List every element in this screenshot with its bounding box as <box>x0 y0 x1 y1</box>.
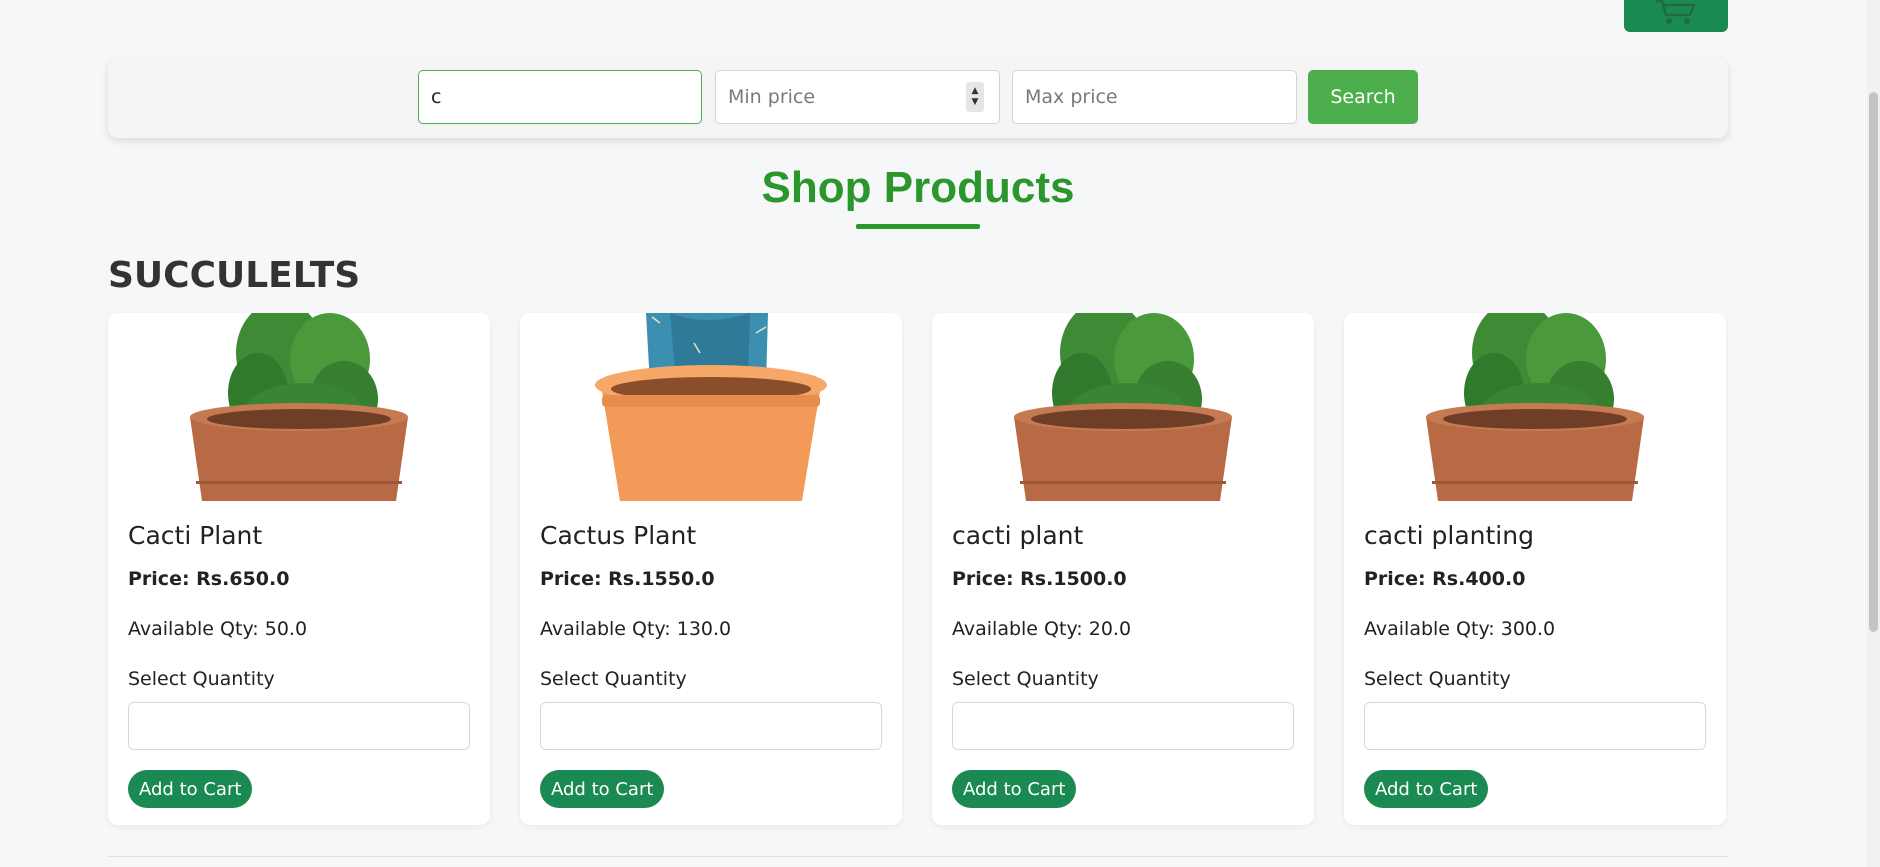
product-image <box>932 313 1314 501</box>
product-card: cacti plant Price: Rs.1500.0 Available Q… <box>932 313 1314 825</box>
category-title: SUCCULELTS <box>108 255 361 296</box>
shopping-cart-icon <box>1656 0 1696 24</box>
cart-button[interactable] <box>1624 0 1728 32</box>
quantity-input[interactable] <box>952 702 1294 750</box>
page-title: Shop Products <box>761 163 1075 212</box>
product-grid: Cacti Plant Price: Rs.650.0 Available Qt… <box>108 313 1728 825</box>
scrollbar-track[interactable] <box>1867 0 1880 867</box>
search-button[interactable]: Search <box>1308 70 1418 124</box>
max-price-input[interactable] <box>1012 70 1297 124</box>
product-image <box>520 313 902 501</box>
search-input[interactable] <box>418 70 702 124</box>
available-qty: Available Qty: 300.0 <box>1364 618 1556 640</box>
available-qty: Available Qty: 20.0 <box>952 618 1132 640</box>
add-to-cart-button[interactable]: Add to Cart <box>128 770 253 808</box>
select-quantity-label: Select Quantity <box>952 668 1099 690</box>
product-price: Price: Rs.1500.0 <box>952 568 1127 590</box>
spinner-down-icon[interactable]: ▼ <box>972 97 979 108</box>
search-panel: ▲ ▼ Search <box>108 58 1728 138</box>
product-price: Price: Rs.400.0 <box>1364 568 1526 590</box>
available-qty: Available Qty: 50.0 <box>128 618 308 640</box>
min-price-input[interactable] <box>715 70 1000 124</box>
product-name: cacti plant <box>952 521 1084 550</box>
number-spinner[interactable]: ▲ ▼ <box>966 82 984 112</box>
section-divider <box>108 856 1728 857</box>
product-name: cacti planting <box>1364 521 1534 550</box>
blue-cactus-in-orange-pot-image <box>595 313 827 501</box>
quantity-input[interactable] <box>128 702 470 750</box>
product-name: Cactus Plant <box>540 521 697 550</box>
product-name: Cacti Plant <box>128 521 263 550</box>
spinner-up-icon[interactable]: ▲ <box>972 86 979 97</box>
cactus-in-brown-pot-image <box>1426 313 1644 501</box>
add-to-cart-button[interactable]: Add to Cart <box>952 770 1077 808</box>
select-quantity-label: Select Quantity <box>128 668 275 690</box>
cactus-in-brown-pot-image <box>1014 313 1232 501</box>
product-image <box>1344 313 1726 501</box>
select-quantity-label: Select Quantity <box>1364 668 1511 690</box>
title-underline <box>856 224 980 229</box>
add-to-cart-button[interactable]: Add to Cart <box>540 770 665 808</box>
cactus-in-brown-pot-image <box>190 313 408 501</box>
product-price: Price: Rs.1550.0 <box>540 568 715 590</box>
quantity-input[interactable] <box>1364 702 1706 750</box>
product-card: Cacti Plant Price: Rs.650.0 Available Qt… <box>108 313 490 825</box>
product-image <box>108 313 490 501</box>
select-quantity-label: Select Quantity <box>540 668 687 690</box>
add-to-cart-button[interactable]: Add to Cart <box>1364 770 1489 808</box>
product-price: Price: Rs.650.0 <box>128 568 290 590</box>
available-qty: Available Qty: 130.0 <box>540 618 732 640</box>
quantity-input[interactable] <box>540 702 882 750</box>
scrollbar-thumb[interactable] <box>1869 92 1878 632</box>
product-card: cacti planting Price: Rs.400.0 Available… <box>1344 313 1726 825</box>
product-card: Cactus Plant Price: Rs.1550.0 Available … <box>520 313 902 825</box>
